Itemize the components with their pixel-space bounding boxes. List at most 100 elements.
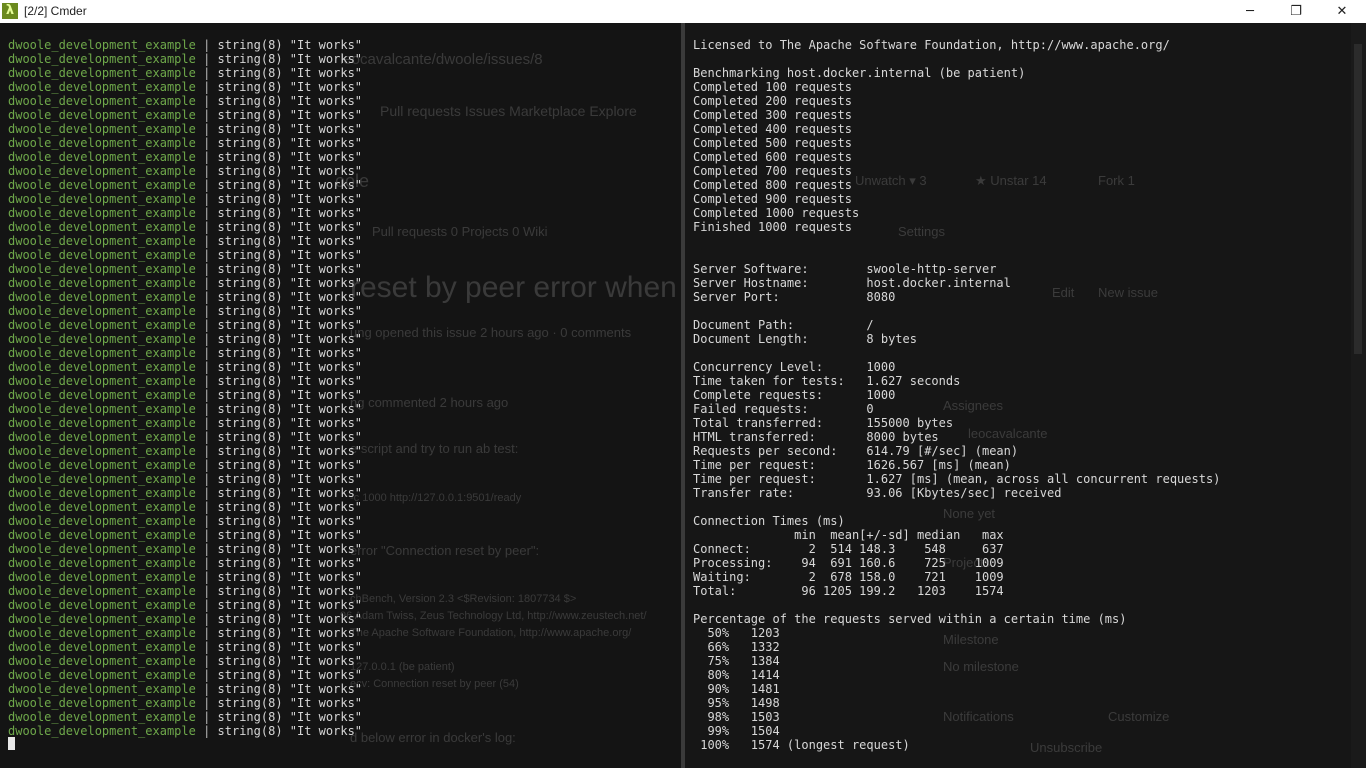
log-line: dwoole_development_example | string(8) "…: [8, 108, 362, 122]
log-line: dwoole_development_example | string(8) "…: [8, 486, 362, 500]
ghost-body4: d below error in docker's log:: [350, 730, 516, 745]
log-message: string(8) "It works": [217, 318, 363, 332]
log-line: dwoole_development_example | string(8) "…: [8, 164, 362, 178]
cmder-lambda-icon[interactable]: λ: [2, 3, 18, 19]
log-separator: |: [195, 514, 218, 528]
log-message: string(8) "It works": [217, 472, 363, 486]
log-line: dwoole_development_example | string(8) "…: [8, 94, 362, 108]
log-separator: |: [195, 584, 218, 598]
log-separator: |: [195, 696, 218, 710]
log-message: string(8) "It works": [217, 458, 363, 472]
log-message: string(8) "It works": [217, 248, 363, 262]
log-separator: |: [195, 710, 218, 724]
output-line: Total: 96 1205 199.2 1203 1574: [693, 584, 1004, 598]
log-line: dwoole_development_example | string(8) "…: [8, 234, 362, 248]
ghost-repo-path: leocavalcante/dwoole/issues/8: [340, 51, 543, 68]
container-name: dwoole_development_example: [8, 514, 196, 528]
log-separator: |: [195, 38, 218, 52]
title-bar: λ [2/2] Cmder ─ ❐ ✕: [0, 0, 1366, 23]
container-name: dwoole_development_example: [8, 626, 196, 640]
container-name: dwoole_development_example: [8, 682, 196, 696]
container-name: dwoole_development_example: [8, 388, 196, 402]
left-console-output[interactable]: dwoole_development_example | string(8) "…: [8, 38, 362, 738]
container-name: dwoole_development_example: [8, 66, 196, 80]
container-name: dwoole_development_example: [8, 122, 196, 136]
log-message: string(8) "It works": [217, 542, 363, 556]
log-message: string(8) "It works": [217, 276, 363, 290]
log-message: string(8) "It works": [217, 612, 363, 626]
log-line: dwoole_development_example | string(8) "…: [8, 710, 362, 724]
ghost-body1: e script and try to run ab test:: [350, 441, 519, 456]
log-separator: |: [195, 346, 218, 360]
container-name: dwoole_development_example: [8, 234, 196, 248]
container-name: dwoole_development_example: [8, 584, 196, 598]
log-line: dwoole_development_example | string(8) "…: [8, 262, 362, 276]
log-message: string(8) "It works": [217, 164, 363, 178]
log-message: string(8) "It works": [217, 528, 363, 542]
output-line: Completed 700 requests: [693, 164, 852, 178]
output-line: Licensed to The Apache Software Foundati…: [693, 38, 1170, 52]
container-name: dwoole_development_example: [8, 542, 196, 556]
log-line: dwoole_development_example | string(8) "…: [8, 304, 362, 318]
ghost-body2: -c 1000 http://127.0.0.1:9501/ready: [350, 492, 522, 504]
log-line: dwoole_development_example | string(8) "…: [8, 192, 362, 206]
ghost-tabs: Pull requests 0 Projects 0 Wiki: [372, 224, 548, 239]
output-line: Connect: 2 514 148.3 548 637: [693, 542, 1004, 556]
log-message: string(8) "It works": [217, 360, 363, 374]
output-line: Transfer rate: 93.06 [Kbytes/sec] receiv…: [693, 486, 1062, 500]
container-name: dwoole_development_example: [8, 318, 196, 332]
output-line: 90% 1481: [693, 682, 780, 696]
log-line: dwoole_development_example | string(8) "…: [8, 640, 362, 654]
log-separator: |: [195, 248, 218, 262]
container-name: dwoole_development_example: [8, 136, 196, 150]
log-message: string(8) "It works": [217, 304, 363, 318]
output-line: Server Software: swoole-http-server: [693, 262, 997, 276]
output-line: 99% 1504: [693, 724, 780, 738]
log-line: dwoole_development_example | string(8) "…: [8, 290, 362, 304]
log-separator: |: [195, 472, 218, 486]
ghost-opened: ung opened this issue 2 hours ago · 0 co…: [350, 325, 632, 340]
log-line: dwoole_development_example | string(8) "…: [8, 178, 362, 192]
container-name: dwoole_development_example: [8, 724, 196, 738]
log-message: string(8) "It works": [217, 136, 363, 150]
log-message: string(8) "It works": [217, 402, 363, 416]
log-message: string(8) "It works": [217, 178, 363, 192]
right-console-pane[interactable]: Unwatch ▾ 3 ★ Unstar 14 Fork 1 Settings Edit…: [685, 23, 1366, 768]
log-message: string(8) "It works": [217, 626, 363, 640]
log-message: string(8) "It works": [217, 640, 363, 654]
restore-button[interactable]: ❐: [1273, 0, 1319, 23]
container-name: dwoole_development_example: [8, 290, 196, 304]
output-line: Completed 1000 requests: [693, 206, 860, 220]
log-message: string(8) "It works": [217, 262, 363, 276]
log-line: dwoole_development_example | string(8) "…: [8, 556, 362, 570]
close-button[interactable]: ✕: [1319, 0, 1365, 23]
log-separator: |: [195, 164, 218, 178]
log-separator: |: [195, 332, 218, 346]
output-line: Benchmarking host.docker.internal (be pa…: [693, 66, 1026, 80]
ghost-ab-license: The Apache Software Foundation, http://w…: [350, 627, 632, 639]
log-separator: |: [195, 500, 218, 514]
container-name: dwoole_development_example: [8, 416, 196, 430]
log-separator: |: [195, 654, 218, 668]
log-message: string(8) "It works": [217, 444, 363, 458]
container-name: dwoole_development_example: [8, 178, 196, 192]
log-line: dwoole_development_example | string(8) "…: [8, 388, 362, 402]
log-separator: |: [195, 52, 218, 66]
minimize-button[interactable]: ─: [1227, 0, 1273, 23]
scrollbar-thumb[interactable]: [1354, 44, 1362, 354]
log-message: string(8) "It works": [217, 668, 363, 682]
log-separator: |: [195, 612, 218, 626]
left-console-pane[interactable]: leocavalcante/dwoole/issues/8 Pull reques…: [0, 23, 681, 768]
container-name: dwoole_development_example: [8, 710, 196, 724]
log-message: string(8) "It works": [217, 206, 363, 220]
log-separator: |: [195, 458, 218, 472]
right-console-output[interactable]: Licensed to The Apache Software Foundati…: [693, 38, 1220, 752]
log-separator: |: [195, 304, 218, 318]
log-separator: |: [195, 122, 218, 136]
log-line: dwoole_development_example | string(8) "…: [8, 528, 362, 542]
container-name: dwoole_development_example: [8, 164, 196, 178]
log-line: dwoole_development_example | string(8) "…: [8, 150, 362, 164]
output-line: 98% 1503: [693, 710, 780, 724]
log-line: dwoole_development_example | string(8) "…: [8, 472, 362, 486]
output-line: Requests per second: 614.79 [#/sec] (mea…: [693, 444, 1019, 458]
